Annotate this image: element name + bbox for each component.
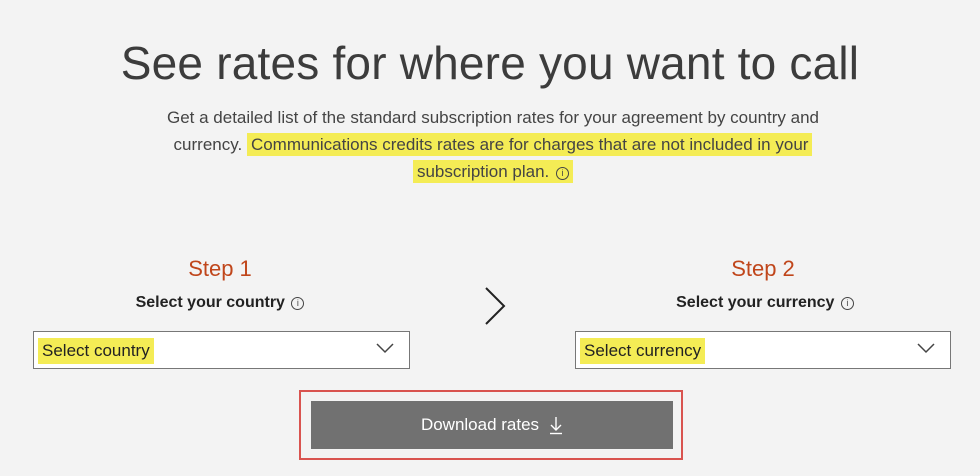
step-1-subtitle-text: Select your country xyxy=(135,294,285,311)
currency-select[interactable]: Select currency xyxy=(575,331,951,369)
page-title: See rates for where you want to call xyxy=(120,37,860,89)
description-prefix: currency. xyxy=(173,135,243,154)
chevron-down-icon xyxy=(917,343,935,354)
step-2-title: Step 2 xyxy=(731,256,795,281)
chevron-right-icon xyxy=(485,287,506,325)
info-icon[interactable]: i xyxy=(840,297,854,310)
download-rates-button[interactable]: Download rates xyxy=(311,401,673,449)
highlighted-note-line-1: Communications credits rates are for cha… xyxy=(246,133,813,156)
step-1-subtitle: Select your country i xyxy=(100,294,340,312)
page-description: Get a detailed list of the standard subs… xyxy=(140,104,846,185)
highlighted-note-line-2: subscription plan. i xyxy=(412,160,574,183)
country-select[interactable]: Select country xyxy=(33,331,410,369)
download-rates-label: Download rates xyxy=(420,415,540,434)
chevron-down-icon xyxy=(376,343,394,354)
description-line-2: currency. Communications credits rates a… xyxy=(140,131,846,158)
description-line-1: Get a detailed list of the standard subs… xyxy=(166,108,820,127)
description-line-3: subscription plan. i xyxy=(140,158,846,185)
step-2-subtitle: Select your currency i xyxy=(640,294,890,312)
currency-select-value: Select currency xyxy=(580,338,706,364)
highlighted-note-text: subscription plan. xyxy=(416,162,550,181)
country-select-value: Select country xyxy=(38,338,154,364)
step-2-subtitle-text: Select your currency xyxy=(676,294,835,311)
download-arrow-icon xyxy=(550,417,563,435)
info-icon[interactable]: i xyxy=(556,167,570,180)
info-icon[interactable]: i xyxy=(291,297,305,310)
step-1-title: Step 1 xyxy=(188,256,252,281)
